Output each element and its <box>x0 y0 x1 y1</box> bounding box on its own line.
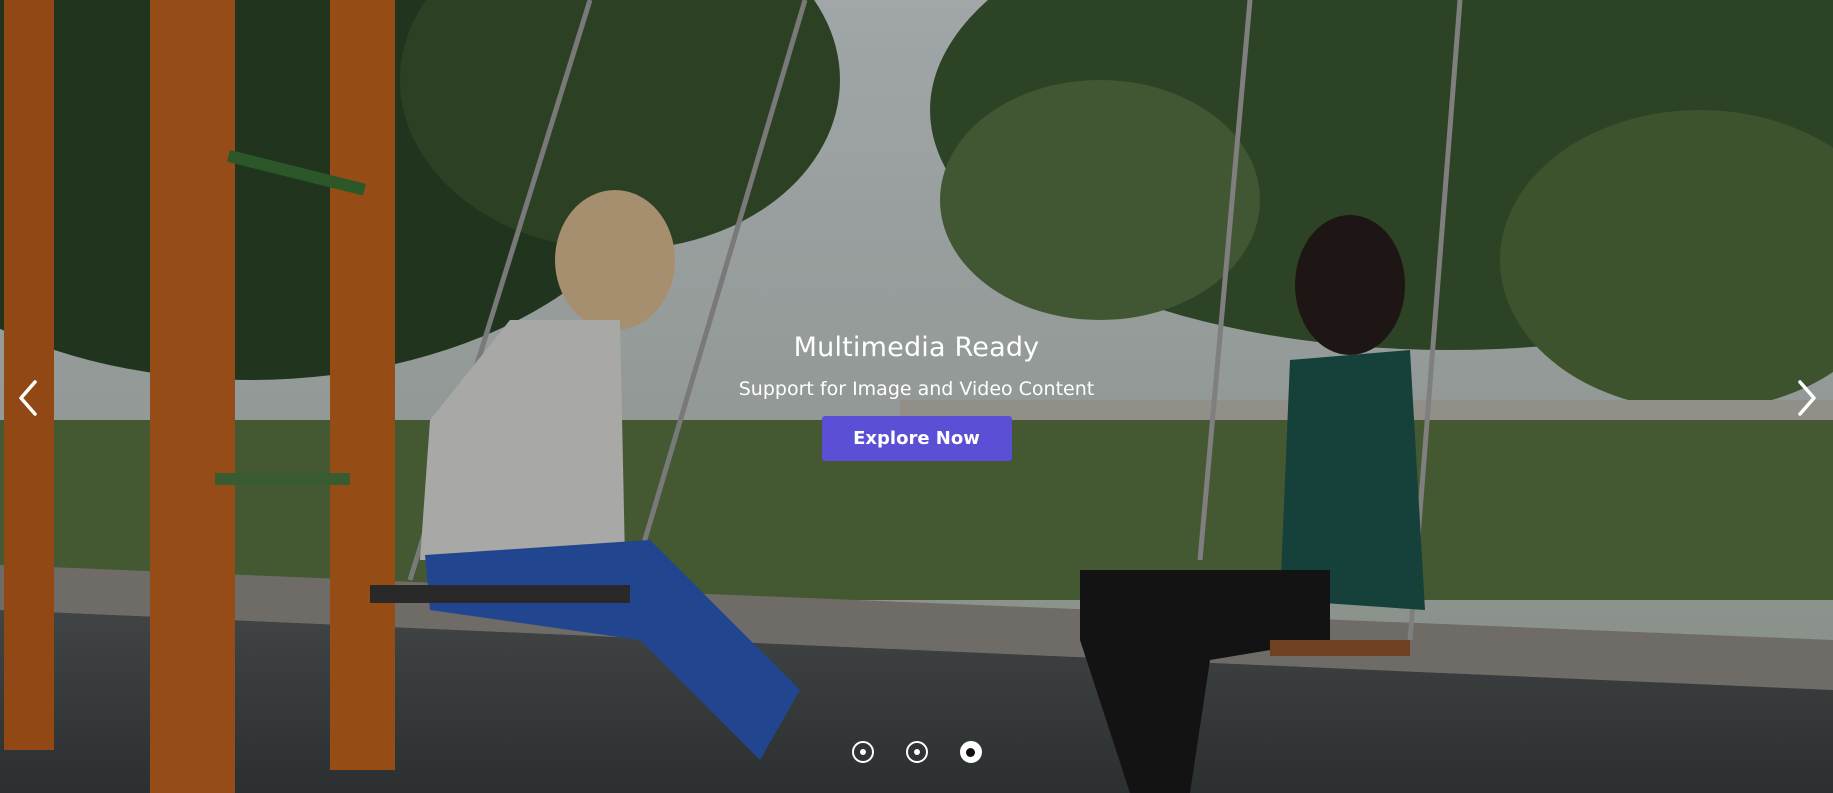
dot-indicator <box>966 747 975 757</box>
hero-slider: Multimedia Ready Support for Image and V… <box>0 0 1833 793</box>
dot-indicator <box>913 749 920 755</box>
pagination-dot-1[interactable] <box>851 741 874 763</box>
slide-subtitle: Support for Image and Video Content <box>738 378 1095 400</box>
slide-pagination <box>0 741 1833 763</box>
explore-now-button[interactable]: Explore Now <box>821 416 1012 461</box>
slide-title: Multimedia Ready <box>793 332 1040 363</box>
pagination-dot-3-active[interactable] <box>959 741 982 763</box>
dot-indicator <box>859 749 866 755</box>
slide-caption: Multimedia Ready Support for Image and V… <box>0 330 1833 461</box>
pagination-dot-2[interactable] <box>905 741 928 763</box>
